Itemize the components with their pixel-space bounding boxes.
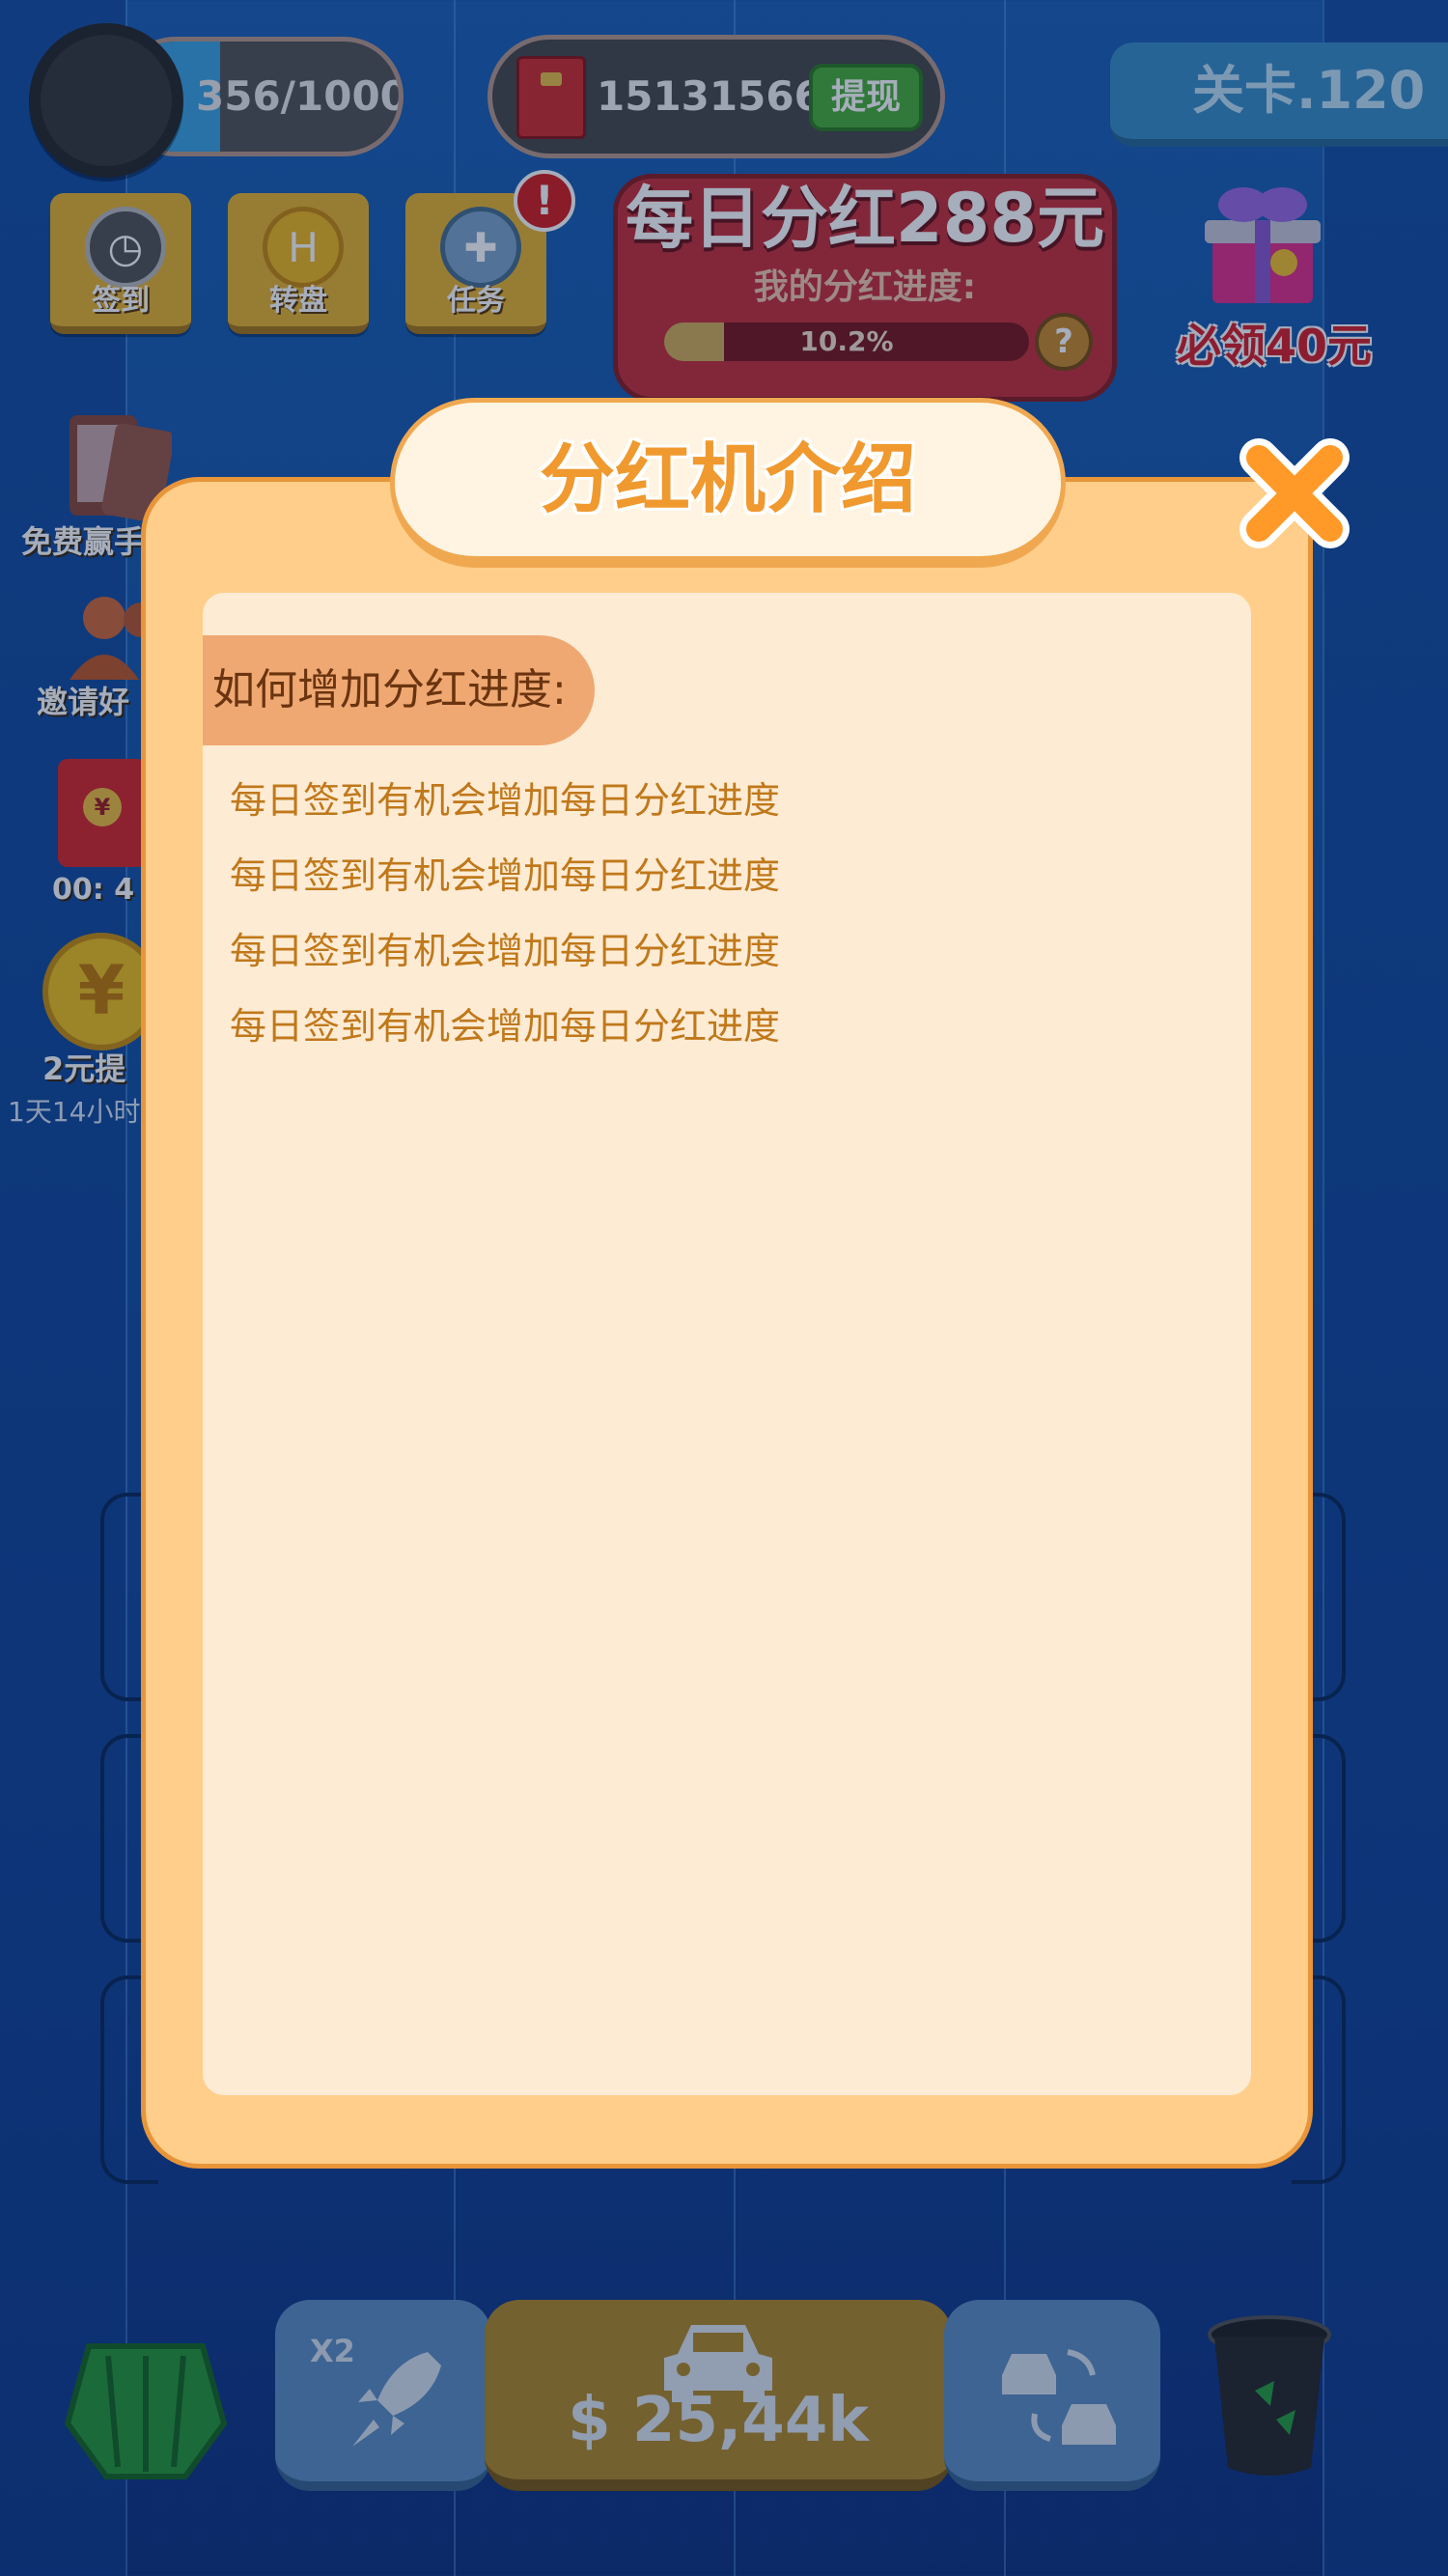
modal-title: 分红机介绍: [539, 436, 916, 523]
tip-line: 每日签到有机会增加每日分红进度: [230, 854, 781, 897]
close-icon[interactable]: [1234, 433, 1355, 554]
tip-line: 每日签到有机会增加每日分红进度: [230, 779, 781, 822]
tip-line: 每日签到有机会增加每日分红进度: [230, 930, 781, 972]
tip-line: 每日签到有机会增加每日分红进度: [230, 1005, 781, 1048]
close-button[interactable]: [1234, 433, 1355, 554]
section-heading: 如何增加分红进度:: [203, 635, 595, 745]
